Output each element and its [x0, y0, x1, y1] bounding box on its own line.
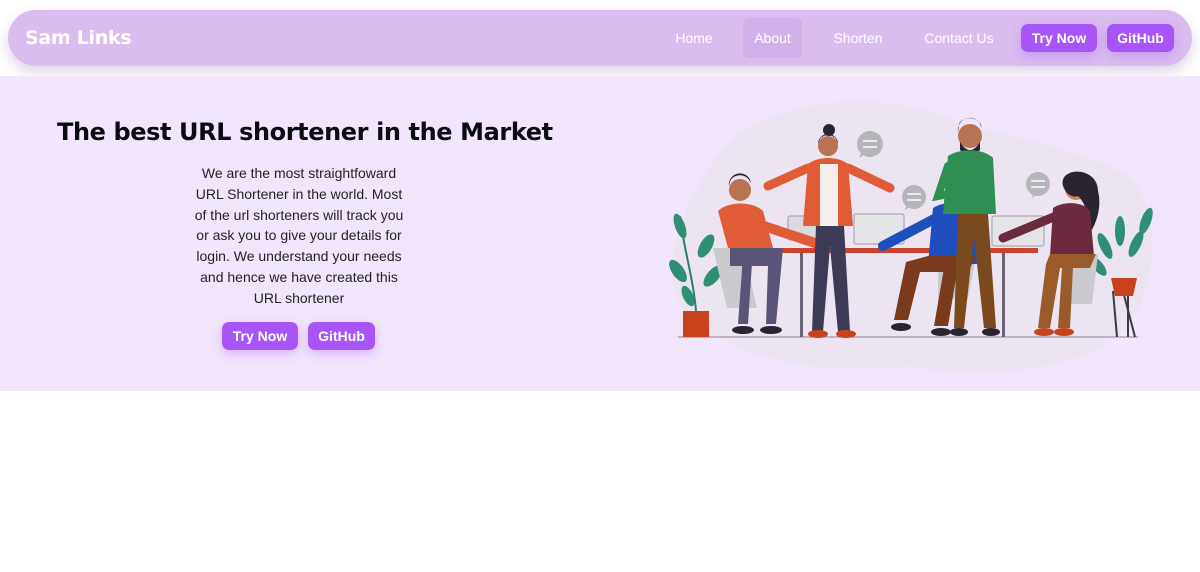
hero-github-button[interactable]: GitHub: [308, 322, 375, 350]
nav-try-now-button[interactable]: Try Now: [1021, 24, 1097, 52]
hero-title: The best URL shortener in the Market: [57, 118, 553, 146]
hero-try-now-button[interactable]: Try Now: [222, 322, 298, 350]
brand-logo[interactable]: Sam Links: [25, 27, 132, 49]
nav-link-about[interactable]: About: [743, 18, 802, 58]
team-meeting-illustration: [669, 101, 1153, 373]
navbar: Sam Links Home About Shorten Contact Us …: [8, 10, 1192, 66]
nav-link-shorten[interactable]: Shorten: [819, 18, 897, 58]
nav-link-home[interactable]: Home: [659, 18, 729, 58]
hero-section: The best URL shortener in the Market We …: [0, 76, 1200, 391]
nav-github-button[interactable]: GitHub: [1107, 24, 1174, 52]
nav-link-contact-us[interactable]: Contact Us: [911, 18, 1007, 58]
hero-description: We are the most straightfoward URL Short…: [194, 165, 404, 306]
